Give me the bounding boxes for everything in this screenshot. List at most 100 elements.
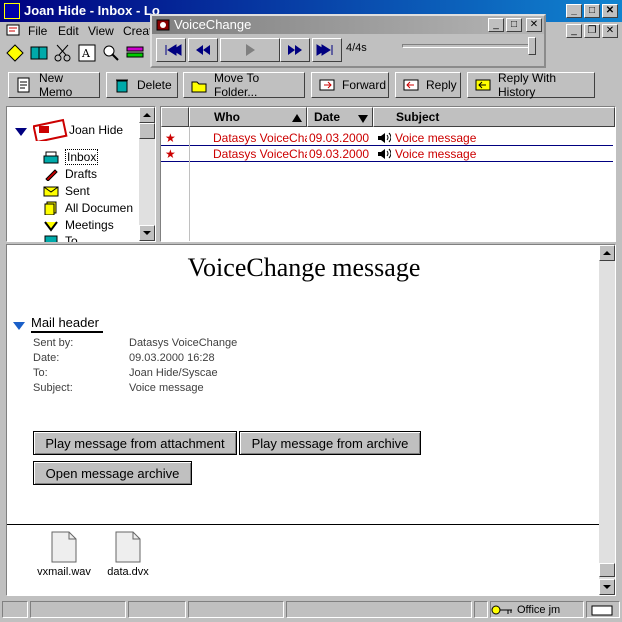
maximize-button[interactable]: □ — [584, 4, 600, 18]
pencil-icon — [45, 169, 58, 181]
todo-icon — [44, 235, 58, 242]
navigator-pane: Joan Hide Inbox Drafts Sent All Documen … — [6, 106, 156, 242]
inbox-tray-icon — [591, 605, 613, 616]
column-head-unread[interactable] — [161, 107, 189, 127]
nav-scroll-up-button[interactable] — [139, 107, 155, 123]
open-archive-button[interactable]: Open message archive — [33, 461, 192, 485]
layers-icon[interactable] — [124, 42, 146, 64]
vc-maximize-button[interactable]: □ — [506, 18, 522, 32]
folder-drafts[interactable]: Drafts — [43, 166, 97, 182]
play-from-attachment-button[interactable]: Play message from attachment — [33, 431, 237, 455]
mail-header-section[interactable]: Mail header — [31, 315, 103, 333]
nav-scroll-down-button[interactable] — [139, 225, 155, 241]
menu-edit[interactable]: Edit — [58, 24, 79, 38]
notes-doc-icon[interactable] — [6, 24, 20, 36]
navigator-scrollbar[interactable] — [139, 107, 155, 241]
nav-scroll-thumb[interactable] — [139, 123, 155, 139]
column-head-who[interactable]: Who — [189, 107, 307, 127]
field-label-subject: Subject: — [33, 382, 73, 394]
preview-scroll-down-button[interactable] — [599, 579, 615, 595]
play-button[interactable] — [220, 38, 280, 62]
folder-inbox[interactable]: Inbox — [43, 149, 99, 165]
position-slider-track[interactable] — [402, 44, 536, 48]
action-bar: New Memo Delete Move To Folder... Forwar… — [0, 68, 622, 102]
window-title: Joan Hide - Inbox - Lo — [24, 3, 160, 18]
delete-button[interactable]: Delete — [106, 72, 178, 98]
location-selector[interactable]: Office jm — [490, 601, 584, 618]
column-head-subject-label: Subject — [396, 110, 440, 124]
mailbox-owner[interactable]: Joan Hide — [69, 123, 123, 137]
reply-history-icon — [475, 79, 491, 91]
table-row[interactable]: ★ Datasys VoiceChar 09.03.2000 Voice mes… — [161, 146, 613, 162]
folder-todo[interactable]: To... — [43, 234, 88, 242]
attachment-data-dvx[interactable]: data.dvx — [93, 531, 163, 578]
column-head-subject[interactable]: Subject — [373, 107, 615, 127]
folder-sent[interactable]: Sent — [43, 183, 90, 199]
new-memo-icon — [17, 77, 30, 93]
find-icon[interactable] — [100, 42, 122, 64]
vc-minimize-button[interactable]: _ — [488, 18, 504, 32]
menu-create[interactable]: Creat — [123, 24, 152, 38]
minimize-button[interactable]: _ — [566, 4, 582, 18]
status-cell-size[interactable] — [128, 601, 186, 618]
column-head-date[interactable]: Date — [307, 107, 373, 127]
doc-minimize-button[interactable]: _ — [566, 24, 582, 38]
reply-button[interactable]: Reply — [395, 72, 461, 98]
section-collapse-icon[interactable] — [13, 319, 25, 333]
forward-label: Forward — [342, 78, 387, 92]
status-cell-message[interactable] — [286, 601, 472, 618]
collapse-arrow-icon[interactable] — [15, 125, 27, 139]
preview-scrollbar[interactable] — [599, 245, 615, 595]
diamond-icon[interactable] — [4, 42, 26, 64]
doc-close-button[interactable]: ✕ — [602, 24, 618, 38]
row-subject: Voice message — [395, 147, 477, 161]
status-cell-font[interactable] — [30, 601, 126, 618]
folder-inbox-label: Inbox — [65, 149, 99, 165]
sort-ascending-icon — [292, 114, 302, 122]
position-slider-thumb[interactable] — [528, 37, 536, 55]
fast-forward-button[interactable] — [280, 38, 310, 62]
folder-all-documents[interactable]: All Documen — [43, 200, 133, 216]
new-memo-button[interactable]: New Memo — [8, 71, 100, 99]
speaker-icon — [377, 132, 391, 146]
skip-start-button[interactable] — [156, 38, 186, 62]
preview-scroll-up-button[interactable] — [599, 245, 615, 261]
scissors-icon[interactable] — [52, 42, 74, 64]
row-who: Datasys VoiceChar — [213, 147, 307, 161]
rewind-button[interactable] — [188, 38, 218, 62]
reply-with-history-button[interactable]: Reply With History — [467, 71, 595, 99]
file-icon — [51, 531, 77, 563]
field-label-sent-by: Sent by: — [33, 337, 74, 349]
move-to-folder-button[interactable]: Move To Folder... — [183, 71, 305, 99]
status-cell-style[interactable] — [188, 601, 284, 618]
view-pane: Who Date Subject ★ Datasys VoiceChar 09.… — [160, 106, 616, 242]
documents-icon — [44, 201, 57, 215]
skip-end-button[interactable] — [312, 38, 342, 62]
menu-file[interactable]: File — [28, 24, 47, 38]
play-from-archive-button[interactable]: Play message from archive — [239, 431, 421, 455]
inbox-icon — [43, 151, 59, 164]
column-head-date-label: Date — [314, 110, 341, 124]
sort-descending-icon — [358, 115, 368, 123]
close-button[interactable]: ✕ — [602, 4, 618, 18]
menu-view[interactable]: View — [88, 24, 114, 38]
move-to-folder-label: Move To Folder... — [214, 71, 260, 99]
attachment-vxmail[interactable]: vxmail.wav — [29, 531, 99, 578]
folder-meetings[interactable]: Meetings — [43, 217, 114, 233]
table-row[interactable]: ★ Datasys VoiceChar 09.03.2000 Voice mes… — [161, 130, 613, 146]
attachment-name: vxmail.wav — [37, 566, 91, 578]
preview-scroll-thumb[interactable] — [599, 563, 615, 577]
status-cell-indicator[interactable] — [2, 601, 28, 618]
preview-title: VoiceChange message — [187, 253, 421, 282]
forward-button[interactable]: Forward — [311, 72, 389, 98]
status-cell-access[interactable] — [474, 601, 488, 618]
key-icon — [491, 605, 512, 614]
book-icon[interactable] — [28, 42, 50, 64]
mail-status-cell[interactable] — [586, 601, 620, 618]
voicechange-icon — [156, 18, 170, 35]
font-icon[interactable]: A — [76, 42, 98, 64]
vc-close-button[interactable]: ✕ — [526, 18, 542, 32]
notes-app-icon[interactable] — [4, 3, 20, 19]
new-memo-label: New Memo — [39, 71, 73, 99]
doc-restore-button[interactable]: ❐ — [584, 24, 600, 38]
